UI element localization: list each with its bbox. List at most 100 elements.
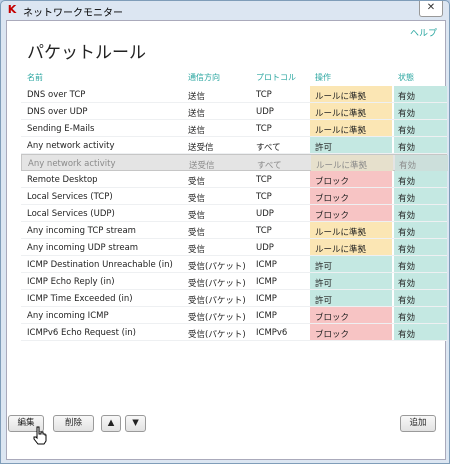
table-row[interactable]: Any incoming TCP stream 受信 TCP ルールに準拠 有効 bbox=[21, 222, 447, 239]
table-row[interactable]: ICMPv6 Echo Request (in) 受信(パケット) ICMPv6 ブロ… bbox=[21, 324, 447, 341]
table-row[interactable]: Any incoming UDP stream 受信 UDP ルールに準拠 有効 bbox=[21, 239, 447, 256]
rule-action[interactable]: ブロック bbox=[315, 328, 349, 340]
rule-action[interactable]: ブロック bbox=[315, 175, 349, 187]
table-row[interactable]: DNS over TCP 送信 TCP ルールに準拠 有効 bbox=[21, 86, 447, 103]
rule-name: Sending E-Mails bbox=[27, 124, 95, 134]
rule-name: Any incoming TCP stream bbox=[27, 226, 136, 236]
rule-name: Any network activity bbox=[27, 141, 115, 151]
rule-status[interactable]: 有効 bbox=[398, 328, 415, 340]
rule-name: Local Services (TCP) bbox=[27, 192, 113, 202]
table-row[interactable]: DNS over UDP 送信 UDP ルールに準拠 有効 bbox=[21, 103, 447, 120]
rule-name: Local Services (UDP) bbox=[27, 209, 115, 219]
table-row[interactable]: ICMP Echo Reply (in) 受信(パケット) ICMP 許可 有効 bbox=[21, 273, 447, 290]
column-header-protocol[interactable]: プロトコル bbox=[256, 72, 296, 83]
rule-protocol: TCP bbox=[256, 192, 272, 202]
rule-action[interactable]: ルールに準拠 bbox=[315, 243, 366, 255]
rule-action[interactable]: 許可 bbox=[315, 294, 332, 306]
rule-direction: 受信(パケット) bbox=[188, 262, 246, 272]
rule-direction: 送信 bbox=[188, 109, 206, 119]
rule-status[interactable]: 有効 bbox=[398, 277, 415, 289]
rule-action[interactable]: ルールに準拠 bbox=[315, 226, 366, 238]
table-header: 名前 通信方向 プロトコル 操作 状態 bbox=[21, 69, 447, 86]
rule-status[interactable]: 有効 bbox=[398, 141, 415, 153]
rule-status[interactable]: 有効 bbox=[398, 107, 415, 119]
rule-protocol: TCP bbox=[256, 124, 272, 134]
move-down-button[interactable]: ▼ bbox=[125, 415, 146, 432]
kaspersky-logo-icon: K bbox=[7, 3, 17, 16]
add-button[interactable]: 追加 bbox=[400, 415, 436, 432]
rule-direction: 受信 bbox=[188, 211, 206, 221]
rule-protocol: ICMPv6 bbox=[256, 328, 288, 338]
rule-direction: 送受信 bbox=[188, 143, 214, 153]
rule-protocol: ICMP bbox=[256, 260, 277, 270]
column-header-name[interactable]: 名前 bbox=[27, 72, 43, 83]
move-up-button[interactable]: ▲ bbox=[101, 415, 121, 432]
rule-status[interactable]: 有効 bbox=[398, 192, 415, 204]
delete-button[interactable]: 削除 bbox=[53, 415, 94, 432]
table-row[interactable]: Any network activity 送受信 すべて 許可 有効 bbox=[21, 137, 447, 154]
rule-action[interactable]: ブロック bbox=[315, 209, 349, 221]
rule-protocol: TCP bbox=[256, 90, 272, 100]
column-header-direction[interactable]: 通信方向 bbox=[188, 72, 220, 83]
column-header-status[interactable]: 状態 bbox=[398, 72, 414, 83]
rule-status[interactable]: 有効 bbox=[398, 226, 415, 238]
table-row[interactable]: Local Services (TCP) 受信 TCP ブロック 有効 bbox=[21, 188, 447, 205]
rule-action[interactable]: 許可 bbox=[315, 141, 332, 153]
table-row[interactable]: Any incoming ICMP 受信(パケット) ICMP ブロック 有効 bbox=[21, 307, 447, 324]
rule-name: DNS over UDP bbox=[27, 107, 88, 117]
column-header-action[interactable]: 操作 bbox=[315, 72, 331, 83]
rule-status[interactable]: 有効 bbox=[398, 260, 415, 272]
rule-action[interactable]: ルールに準拠 bbox=[316, 159, 367, 171]
table-row[interactable]: ICMP Time Exceeded (in) 受信(パケット) ICMP 許可 有効 bbox=[21, 290, 447, 307]
rule-protocol: すべて bbox=[257, 161, 282, 171]
title-bar[interactable]: K ネットワークモニター ✕ bbox=[1, 1, 449, 19]
table-row[interactable]: Remote Desktop 受信 TCP ブロック 有効 bbox=[21, 171, 447, 188]
rule-action[interactable]: ルールに準拠 bbox=[315, 124, 366, 136]
rule-name: ICMPv6 Echo Request (in) bbox=[27, 328, 136, 338]
rule-protocol: UDP bbox=[256, 209, 274, 219]
table-body: DNS over TCP 送信 TCP ルールに準拠 有効 DNS over UDP 送信 U… bbox=[21, 86, 448, 341]
rule-action[interactable]: ブロック bbox=[315, 311, 349, 323]
rule-status[interactable]: 有効 bbox=[399, 159, 416, 171]
page-title: パケットルール bbox=[27, 43, 146, 63]
rule-direction: 受信(パケット) bbox=[188, 313, 246, 323]
help-link[interactable]: ヘルプ bbox=[410, 26, 437, 39]
rule-direction: 受信(パケット) bbox=[188, 330, 246, 340]
rule-protocol: ICMP bbox=[256, 311, 277, 321]
table-row[interactable]: Any network activity 送受信 すべて ルールに準拠 有効 bbox=[21, 154, 448, 171]
rule-status[interactable]: 有効 bbox=[398, 243, 415, 255]
rule-status[interactable]: 有効 bbox=[398, 209, 415, 221]
rule-name: DNS over TCP bbox=[27, 90, 86, 100]
rule-action[interactable]: 許可 bbox=[315, 260, 332, 272]
rule-action[interactable]: ブロック bbox=[315, 192, 349, 204]
rule-protocol: UDP bbox=[256, 107, 274, 117]
rule-protocol: すべて bbox=[256, 143, 281, 153]
rule-direction: 受信(パケット) bbox=[188, 279, 246, 289]
close-button[interactable]: ✕ bbox=[419, 1, 443, 17]
rule-action[interactable]: 許可 bbox=[315, 277, 332, 289]
table-row[interactable]: Sending E-Mails 送信 TCP ルールに準拠 有効 bbox=[21, 120, 447, 137]
table-row[interactable]: ICMP Destination Unreachable (in) 受信(パケット… bbox=[21, 256, 447, 273]
rule-status[interactable]: 有効 bbox=[398, 90, 415, 102]
rule-status[interactable]: 有効 bbox=[398, 124, 415, 136]
rule-name: ICMP Destination Unreachable (in) bbox=[27, 260, 173, 270]
rule-action[interactable]: ルールに準拠 bbox=[315, 90, 366, 102]
rule-direction: 送信 bbox=[188, 126, 206, 136]
rule-name: Any incoming ICMP bbox=[27, 311, 109, 321]
rule-direction: 受信 bbox=[188, 228, 206, 238]
rule-action[interactable]: ルールに準拠 bbox=[315, 107, 366, 119]
content-panel: ヘルプ パケットルール 名前 通信方向 プロトコル 操作 状態 DNS over… bbox=[6, 20, 448, 460]
rule-direction: 送信 bbox=[188, 92, 206, 102]
rule-direction: 受信 bbox=[188, 177, 206, 187]
hand-cursor-icon bbox=[33, 426, 47, 445]
table-row[interactable]: Local Services (UDP) 受信 UDP ブロック 有効 bbox=[21, 205, 447, 222]
rule-direction: 受信 bbox=[188, 194, 206, 204]
rule-status[interactable]: 有効 bbox=[398, 175, 415, 187]
rule-name: Any network activity bbox=[28, 159, 116, 169]
rule-status[interactable]: 有効 bbox=[398, 294, 415, 306]
rule-direction: 受信 bbox=[188, 245, 206, 255]
rule-name: ICMP Echo Reply (in) bbox=[27, 277, 115, 287]
rule-protocol: UDP bbox=[256, 243, 274, 253]
rule-status[interactable]: 有効 bbox=[398, 311, 415, 323]
rule-protocol: TCP bbox=[256, 226, 272, 236]
